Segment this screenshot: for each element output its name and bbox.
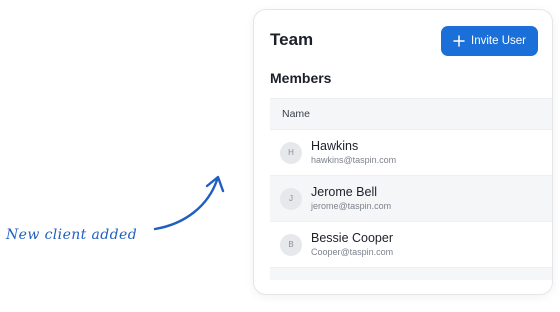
team-card: Team Invite User Members Name H Hawkins … <box>253 9 553 295</box>
avatar: B <box>280 233 302 256</box>
column-header-label: Name <box>282 108 311 120</box>
member-name: Hawkins <box>311 139 359 153</box>
plus-icon <box>453 35 465 47</box>
avatar: J <box>280 187 302 210</box>
avatar: H <box>280 141 302 164</box>
members-table: Name H Hawkins hawkins@taspin.com J Jero… <box>270 98 552 280</box>
invite-user-label: Invite User <box>471 35 526 47</box>
invite-user-button[interactable]: Invite User <box>441 26 538 56</box>
page-title: Team <box>270 30 314 49</box>
member-email: Cooper@taspin.com <box>311 247 394 257</box>
table-row-partial <box>270 268 552 280</box>
column-header-name[interactable]: Name <box>270 98 552 130</box>
member-email: hawkins@taspin.com <box>311 155 397 165</box>
table-row[interactable]: J Jerome Bell jerome@taspin.com <box>270 176 552 222</box>
annotation-label: New client added <box>6 227 138 243</box>
members-heading: Members <box>270 70 332 86</box>
member-name: Bessie Cooper <box>311 231 393 245</box>
table-row[interactable]: H Hawkins hawkins@taspin.com <box>270 130 552 176</box>
table-row[interactable]: B Bessie Cooper Cooper@taspin.com <box>270 222 552 268</box>
member-email: jerome@taspin.com <box>311 201 392 211</box>
member-name: Jerome Bell <box>311 185 377 199</box>
